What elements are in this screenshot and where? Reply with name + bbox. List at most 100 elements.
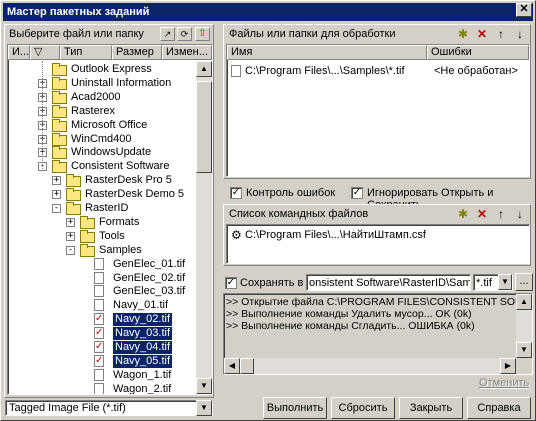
folder-icon bbox=[52, 104, 67, 118]
tree-item-label: WinCmd400 bbox=[71, 132, 132, 145]
ignore-open-save-checkbox[interactable]: ✓ bbox=[351, 187, 363, 199]
tree-folder-item[interactable]: + RasterDesk Demo 5 bbox=[8, 188, 196, 202]
tree-folder-item[interactable]: + WinCmd400 bbox=[8, 132, 196, 146]
dropdown-arrow-icon[interactable]: ▼ bbox=[196, 400, 212, 416]
tree-item-label: Microsoft Office bbox=[71, 118, 148, 131]
log-scroll-up-icon[interactable]: ▲ bbox=[516, 294, 532, 310]
delete-icon[interactable]: ✕ bbox=[475, 27, 489, 41]
scroll-up-icon[interactable]: ▲ bbox=[196, 61, 212, 77]
tree-file-item[interactable]: Wagon_1.tif bbox=[8, 368, 196, 382]
mask-dropdown-icon[interactable]: ▼ bbox=[498, 274, 512, 290]
col-header-name[interactable]: И... bbox=[8, 45, 30, 60]
tree-folder-item[interactable]: + WindowsUpdate bbox=[8, 146, 196, 160]
move-up-icon[interactable]: ↑ bbox=[494, 27, 508, 41]
tree-folder-item[interactable]: + Uninstall Information bbox=[8, 76, 196, 90]
run-button[interactable]: Выполнить bbox=[263, 397, 327, 419]
log-scrollbar-v[interactable]: ▲ ▼ bbox=[516, 294, 532, 358]
tree-folder-item[interactable]: + Rasterex bbox=[8, 104, 196, 118]
tree-item-label: Navy_01.tif bbox=[113, 299, 169, 312]
tree-item-label: RasterDesk Pro 5 bbox=[85, 174, 172, 187]
collapse-icon[interactable]: - bbox=[52, 204, 61, 213]
tree-folder-item[interactable]: Outlook Express bbox=[8, 63, 196, 76]
close-button[interactable]: Закрыть bbox=[399, 397, 463, 419]
list-item[interactable]: C:\Program Files\...\Samples\*.tif <Не о… bbox=[231, 65, 529, 78]
close-window-button[interactable]: ✕ bbox=[516, 3, 532, 17]
tree-file-item[interactable]: Navy_04.tif bbox=[8, 340, 196, 354]
col-header-modified[interactable]: Измен... bbox=[162, 45, 212, 60]
move-down-icon[interactable]: ↓ bbox=[513, 27, 527, 41]
refresh-icon[interactable]: ⟳ bbox=[177, 27, 192, 41]
save-to-checkbox[interactable]: ✓ bbox=[225, 277, 237, 289]
parent-folder-icon[interactable]: ⇧ bbox=[195, 27, 210, 41]
tree-file-item[interactable]: Wagon_2.tif bbox=[8, 382, 196, 394]
cancel-log-button[interactable]: Отменить bbox=[479, 377, 529, 389]
tree-file-item[interactable]: Navy_03.tif bbox=[8, 326, 196, 341]
file-tree[interactable]: И... ▽ Тип Размер Измен... Outlook Expre… bbox=[7, 44, 213, 395]
scroll-down-icon[interactable]: ▼ bbox=[196, 378, 212, 394]
tree-item-label: Consistent Software bbox=[71, 160, 170, 173]
go-up-icon[interactable]: ↗ bbox=[160, 27, 175, 41]
col-header-sort[interactable]: ▽ bbox=[30, 45, 60, 60]
mask-select[interactable]: *.tif ▼ bbox=[473, 274, 513, 291]
log-scroll-left-icon[interactable]: ◀ bbox=[224, 358, 240, 374]
reset-button[interactable]: Сбросить bbox=[331, 397, 395, 419]
log-line: >> Открытие файла C:\PROGRAM FILES\CONSI… bbox=[226, 296, 533, 308]
tree-folder-item[interactable]: - Samples bbox=[8, 243, 196, 257]
tree-folder-item[interactable]: - RasterID bbox=[8, 202, 196, 215]
folder-icon bbox=[80, 215, 95, 229]
new-command-icon[interactable]: ✱ bbox=[456, 207, 470, 221]
log-scroll-right-icon[interactable]: ▶ bbox=[500, 358, 516, 374]
list-item[interactable]: ⚙ C:\Program Files\...\НайтиШтамп.csf bbox=[231, 228, 527, 242]
tree-item-label: Rasterex bbox=[71, 104, 116, 117]
tree-item-label: WindowsUpdate bbox=[71, 146, 152, 159]
col-header-type[interactable]: Тип bbox=[60, 45, 112, 60]
new-item-icon[interactable]: ✱ bbox=[456, 27, 470, 41]
expand-icon[interactable]: + bbox=[66, 231, 75, 241]
error-check-checkbox[interactable]: ✓ bbox=[230, 187, 242, 199]
expand-icon[interactable]: + bbox=[66, 217, 75, 227]
files-list[interactable]: Имя Ошибки C:\Program Files\...\Samples\… bbox=[226, 44, 530, 177]
log-scrollbar-h[interactable]: ◀ ▶ bbox=[224, 358, 516, 374]
log-line: >> Выполнение команды Удалить мусор... O… bbox=[226, 308, 472, 320]
tree-file-item[interactable]: Navy_02.tif bbox=[8, 312, 196, 327]
tree-scrollbar[interactable]: ▲ ▼ bbox=[196, 61, 212, 394]
tree-file-item[interactable]: Navy_01.tif bbox=[8, 299, 196, 312]
file-type-select[interactable]: Tagged Image File (*.tif) ▼ bbox=[5, 400, 213, 416]
scroll-thumb[interactable] bbox=[196, 81, 212, 173]
tree-file-item[interactable]: GenElec_03.tif bbox=[8, 285, 196, 298]
save-path-input[interactable]: onsistent Software\RasterID\Samples1 bbox=[306, 274, 471, 291]
checked-file-icon bbox=[94, 312, 104, 326]
tree-folder-item[interactable]: + Tools bbox=[8, 229, 196, 243]
browse-button[interactable]: ... bbox=[515, 273, 533, 291]
col-header-size[interactable]: Размер bbox=[112, 45, 162, 60]
expand-icon[interactable]: + bbox=[52, 176, 61, 186]
commands-list[interactable]: ⚙ C:\Program Files\...\НайтиШтамп.csf bbox=[226, 224, 530, 264]
file-path: C:\Program Files\...\Samples\*.tif bbox=[245, 65, 405, 77]
expand-icon[interactable]: + bbox=[52, 190, 61, 200]
tree-folder-item[interactable]: + Acad2000 bbox=[8, 90, 196, 104]
tree-folder-item[interactable]: - Consistent Software bbox=[8, 160, 196, 174]
col-header-errors[interactable]: Ошибки bbox=[427, 45, 529, 60]
log-scroll-thumb[interactable] bbox=[240, 358, 254, 374]
folder-icon bbox=[66, 174, 81, 188]
log-scroll-down-icon[interactable]: ▼ bbox=[516, 342, 532, 358]
delete-command-icon[interactable]: ✕ bbox=[475, 207, 489, 221]
tree-folder-item[interactable]: + Formats bbox=[8, 215, 196, 229]
folder-icon bbox=[52, 63, 67, 76]
folder-icon bbox=[80, 229, 95, 243]
tree-folder-item[interactable]: + Microsoft Office bbox=[8, 118, 196, 132]
tree-file-item[interactable]: Navy_05.tif bbox=[8, 354, 196, 368]
command-down-icon[interactable]: ↓ bbox=[513, 207, 527, 221]
tree-folder-item[interactable]: + RasterDesk Pro 5 bbox=[8, 174, 196, 188]
collapse-icon[interactable]: - bbox=[66, 245, 75, 255]
help-button[interactable]: Справка bbox=[467, 397, 531, 419]
tree-file-item[interactable]: GenElec_02.tif bbox=[8, 271, 196, 285]
save-to-label: Сохранять в ... bbox=[240, 277, 316, 289]
col-header-file-name[interactable]: Имя bbox=[227, 45, 427, 60]
browser-label: Выберите файл или папку bbox=[9, 28, 144, 40]
checked-file-icon bbox=[94, 326, 104, 340]
tree-item-label: RasterDesk Demo 5 bbox=[85, 188, 185, 201]
command-up-icon[interactable]: ↑ bbox=[494, 207, 508, 221]
tree-file-item[interactable]: GenElec_01.tif bbox=[8, 257, 196, 271]
file-icon bbox=[94, 382, 104, 394]
